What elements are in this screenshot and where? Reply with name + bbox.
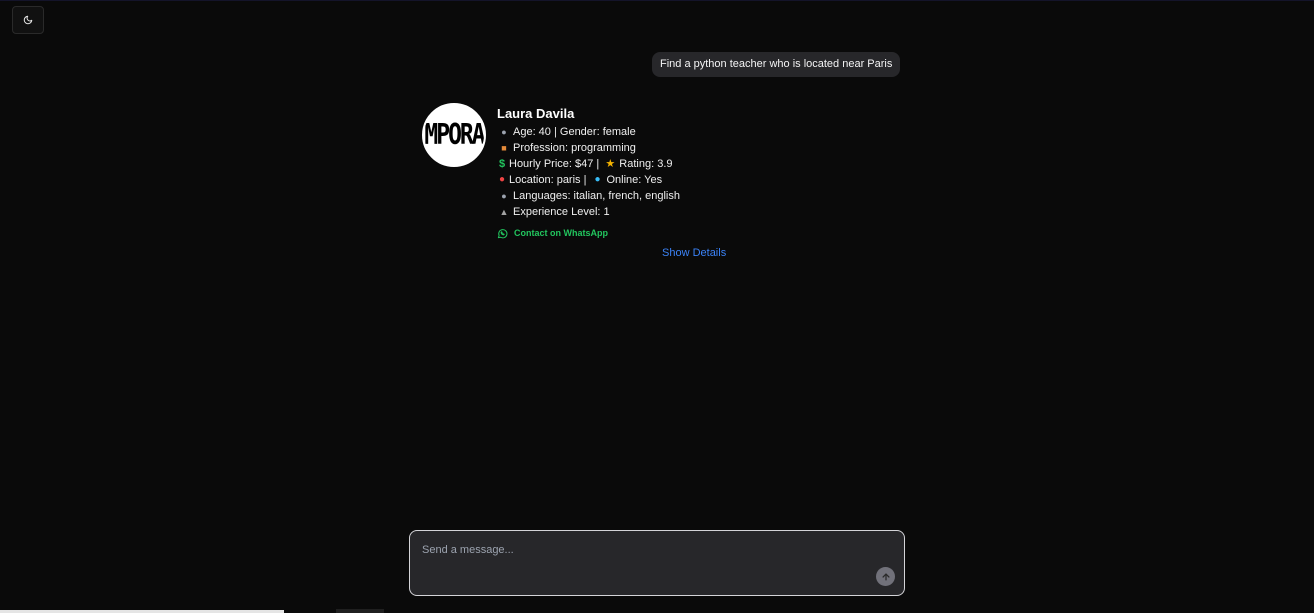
user-message-bubble: Find a python teacher who is located nea… <box>652 52 901 77</box>
teacher-result-card: MPORA Laura Davila ● Age: 40 | Gender: f… <box>422 103 902 268</box>
profession-row: ■ Profession: programming <box>497 140 680 156</box>
languages-text: Languages: italian, french, english <box>513 190 680 202</box>
online-text: Online: Yes <box>606 174 663 186</box>
age-gender-text: Age: 40 | Gender: female <box>513 126 636 138</box>
chat-page: Find a python teacher who is located nea… <box>0 0 1314 613</box>
star-icon: ★ <box>605 158 616 170</box>
whatsapp-icon <box>497 228 508 238</box>
whatsapp-label: Contact on WhatsApp <box>514 228 608 238</box>
price-text: Hourly Price: $47 | <box>509 158 600 170</box>
speaker-icon: ● <box>501 191 507 201</box>
teacher-info: Laura Davila ● Age: 40 | Gender: female … <box>497 105 680 240</box>
theme-toggle-button[interactable] <box>12 6 44 34</box>
experience-row: ▲ Experience Level: 1 <box>497 204 680 220</box>
pin-icon: ● <box>498 174 506 185</box>
age-gender-row: ● Age: 40 | Gender: female <box>497 124 680 140</box>
contact-whatsapp-link[interactable]: Contact on WhatsApp <box>497 226 680 240</box>
person-icon: ● <box>501 127 507 137</box>
location-online-row: ● Location: paris | ● Online: Yes <box>497 172 680 188</box>
price-rating-row: $ Hourly Price: $47 | ★ Rating: 3.9 <box>497 156 680 172</box>
dollar-icon: $ <box>498 158 506 170</box>
message-input[interactable] <box>420 540 864 560</box>
location-text: Location: paris | <box>509 174 587 186</box>
message-composer <box>409 530 905 596</box>
globe-icon: ● <box>594 174 601 185</box>
moon-icon <box>23 15 33 25</box>
graduation-cap-icon: ▲ <box>499 207 509 217</box>
profession-text: Profession: programming <box>513 142 636 154</box>
avatar: MPORA <box>422 103 486 167</box>
experience-text: Experience Level: 1 <box>513 206 610 218</box>
show-details-link[interactable]: Show Details <box>662 247 726 259</box>
teacher-name: Laura Davila <box>497 106 575 121</box>
send-button[interactable] <box>876 567 895 586</box>
arrow-up-icon <box>881 572 890 581</box>
books-icon: ■ <box>501 143 507 153</box>
languages-row: ● Languages: italian, french, english <box>497 188 680 204</box>
rating-text: Rating: 3.9 <box>619 158 673 170</box>
avatar-logo-text: MPORA <box>424 118 484 152</box>
scrollbar-thumb[interactable] <box>336 609 384 613</box>
